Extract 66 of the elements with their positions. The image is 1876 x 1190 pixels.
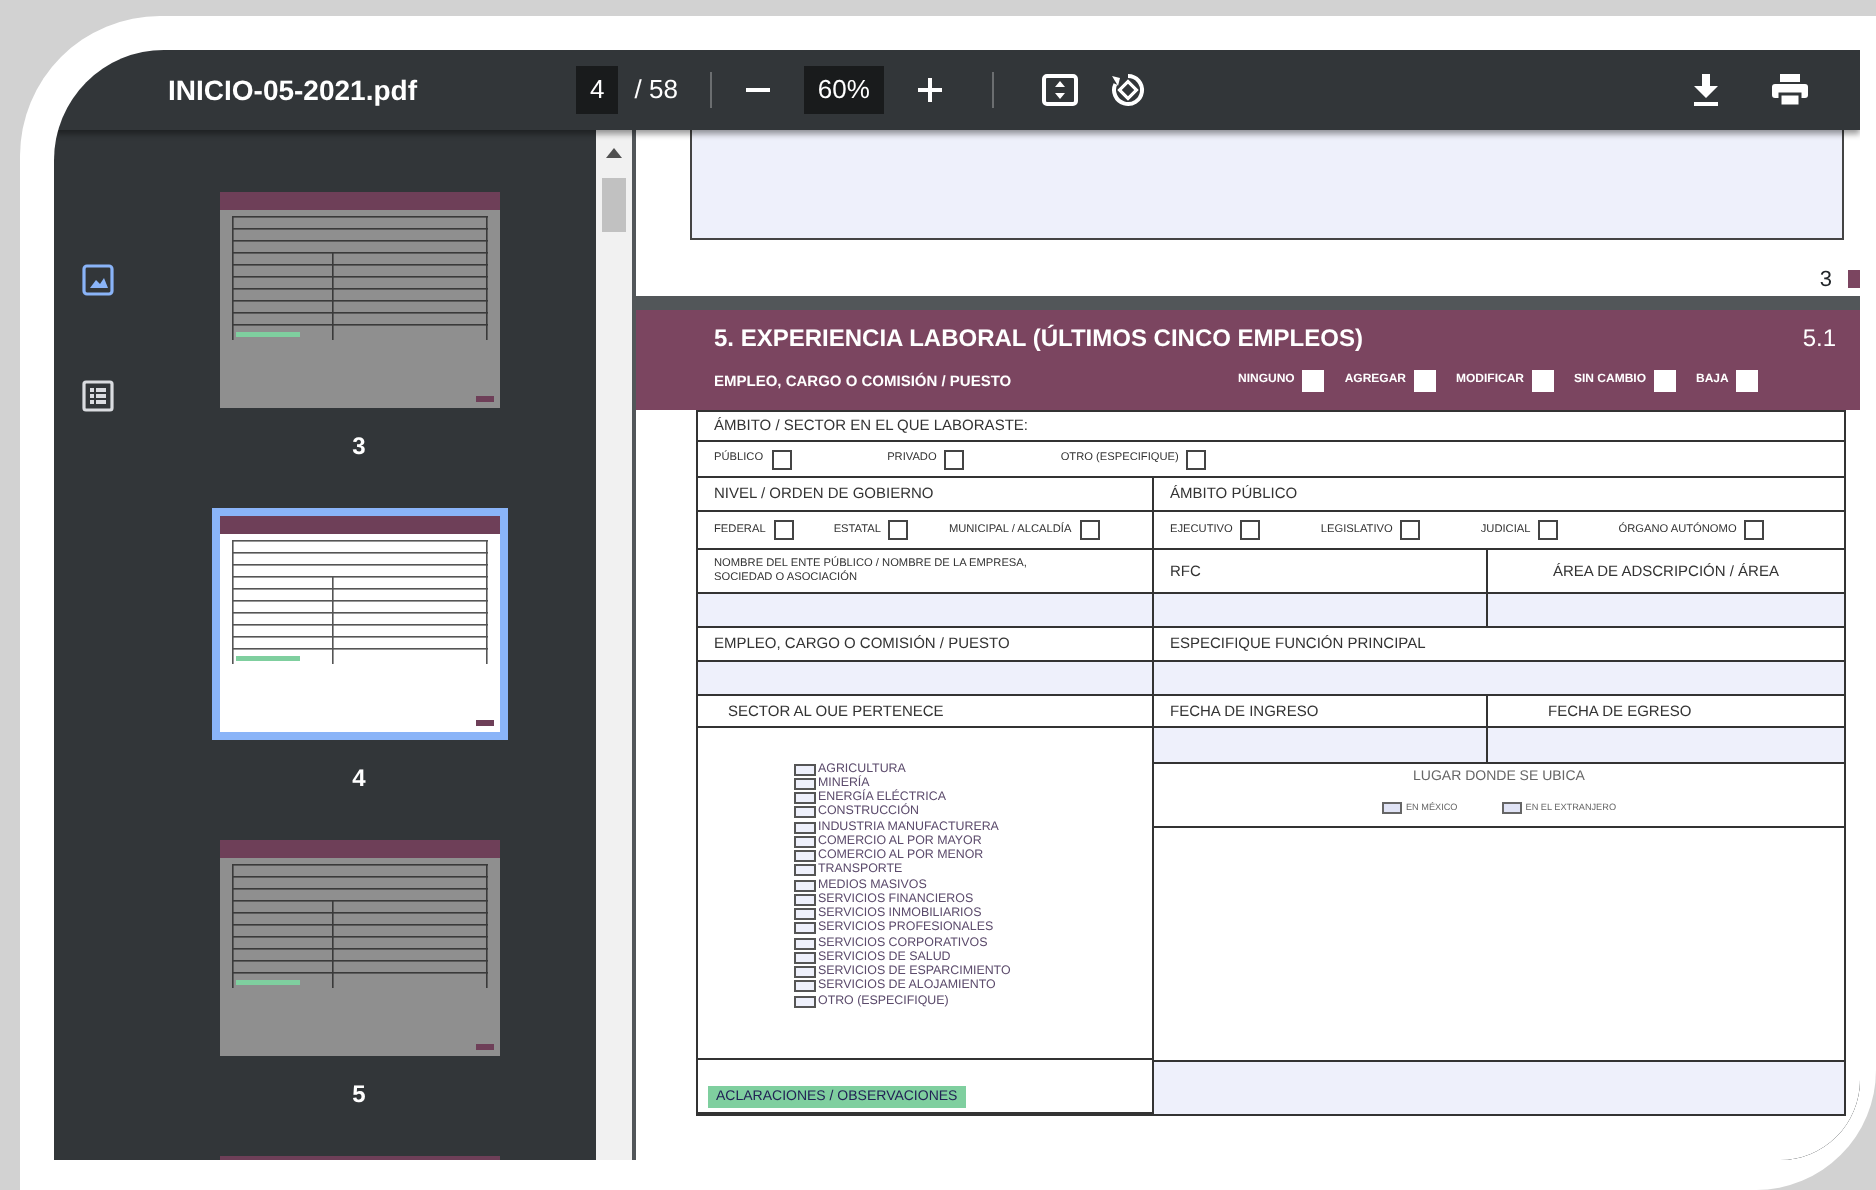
page-thumbnail[interactable] <box>219 516 499 732</box>
checkbox[interactable] <box>1240 520 1261 540</box>
page-label: 5 <box>352 1078 366 1112</box>
checkbox[interactable] <box>794 792 816 805</box>
checkbox[interactable] <box>794 763 816 776</box>
print-icon[interactable] <box>1772 74 1808 106</box>
page-count: / 58 <box>634 72 678 109</box>
input-field[interactable] <box>1488 728 1844 762</box>
checkbox[interactable] <box>1381 801 1402 814</box>
checkbox[interactable] <box>1079 520 1100 540</box>
input-field[interactable] <box>1488 594 1844 626</box>
input-field[interactable] <box>690 130 1844 239</box>
checkbox[interactable] <box>1532 370 1555 393</box>
file-name: INICIO-05-2021.pdf <box>166 71 419 110</box>
checkbox[interactable] <box>794 951 816 964</box>
checkbox[interactable] <box>794 980 816 993</box>
checkbox[interactable] <box>794 995 816 1008</box>
checkbox[interactable] <box>794 806 816 819</box>
checkbox[interactable] <box>794 893 816 906</box>
section-number: 5.1 <box>1802 322 1836 356</box>
zoom-in-icon[interactable] <box>915 76 944 104</box>
checkbox[interactable] <box>773 520 794 540</box>
checkbox[interactable] <box>794 835 816 848</box>
checkbox[interactable] <box>1302 370 1325 393</box>
page-thumbnail[interactable] <box>219 840 499 1056</box>
fit-page-icon[interactable] <box>1041 74 1078 106</box>
page-label: 3 <box>352 430 366 464</box>
checkbox[interactable] <box>888 520 909 540</box>
scroll-up-icon[interactable] <box>606 146 622 158</box>
checkbox[interactable] <box>794 966 816 979</box>
checkbox[interactable] <box>1186 449 1207 469</box>
input-field[interactable] <box>1154 1062 1844 1114</box>
checkbox[interactable] <box>1744 520 1765 540</box>
page-number-field[interactable]: 4 <box>576 66 619 114</box>
scrollbar-thumb[interactable] <box>602 178 626 232</box>
checkbox[interactable] <box>794 937 816 950</box>
download-icon[interactable] <box>1692 74 1720 106</box>
rotate-icon[interactable] <box>1109 72 1146 108</box>
checkbox[interactable] <box>1654 370 1677 393</box>
checkbox[interactable] <box>1538 520 1559 540</box>
checkbox[interactable] <box>1501 801 1522 814</box>
input-field[interactable] <box>1154 728 1486 762</box>
checkbox[interactable] <box>1400 520 1421 540</box>
checkbox[interactable] <box>794 821 816 834</box>
checkbox[interactable] <box>1736 370 1759 393</box>
page-label: 4 <box>352 762 366 796</box>
section-title: 5. EXPERIENCIA LABORAL (ÚLTIMOS CINCO EMPLEOS) <box>714 322 1363 356</box>
checkbox[interactable] <box>1414 370 1437 393</box>
checkbox[interactable] <box>794 777 816 790</box>
outline-view-button[interactable] <box>82 380 114 412</box>
thumbnail-view-button[interactable] <box>82 264 114 296</box>
checkbox[interactable] <box>794 879 816 892</box>
checkbox[interactable] <box>771 449 792 469</box>
page-thumbnail[interactable] <box>219 192 499 408</box>
page-number: 3 <box>1819 265 1832 295</box>
input-field[interactable] <box>1154 662 1844 694</box>
input-field[interactable] <box>698 594 1152 626</box>
checkbox[interactable] <box>794 864 816 877</box>
checkbox[interactable] <box>794 850 816 863</box>
checkbox[interactable] <box>794 908 816 921</box>
checkbox[interactable] <box>794 922 816 935</box>
checkbox[interactable] <box>944 449 965 469</box>
zoom-field[interactable]: 60% <box>803 66 884 114</box>
input-field[interactable] <box>698 662 1152 694</box>
input-field[interactable] <box>1154 594 1486 626</box>
page-mark <box>1848 270 1860 289</box>
